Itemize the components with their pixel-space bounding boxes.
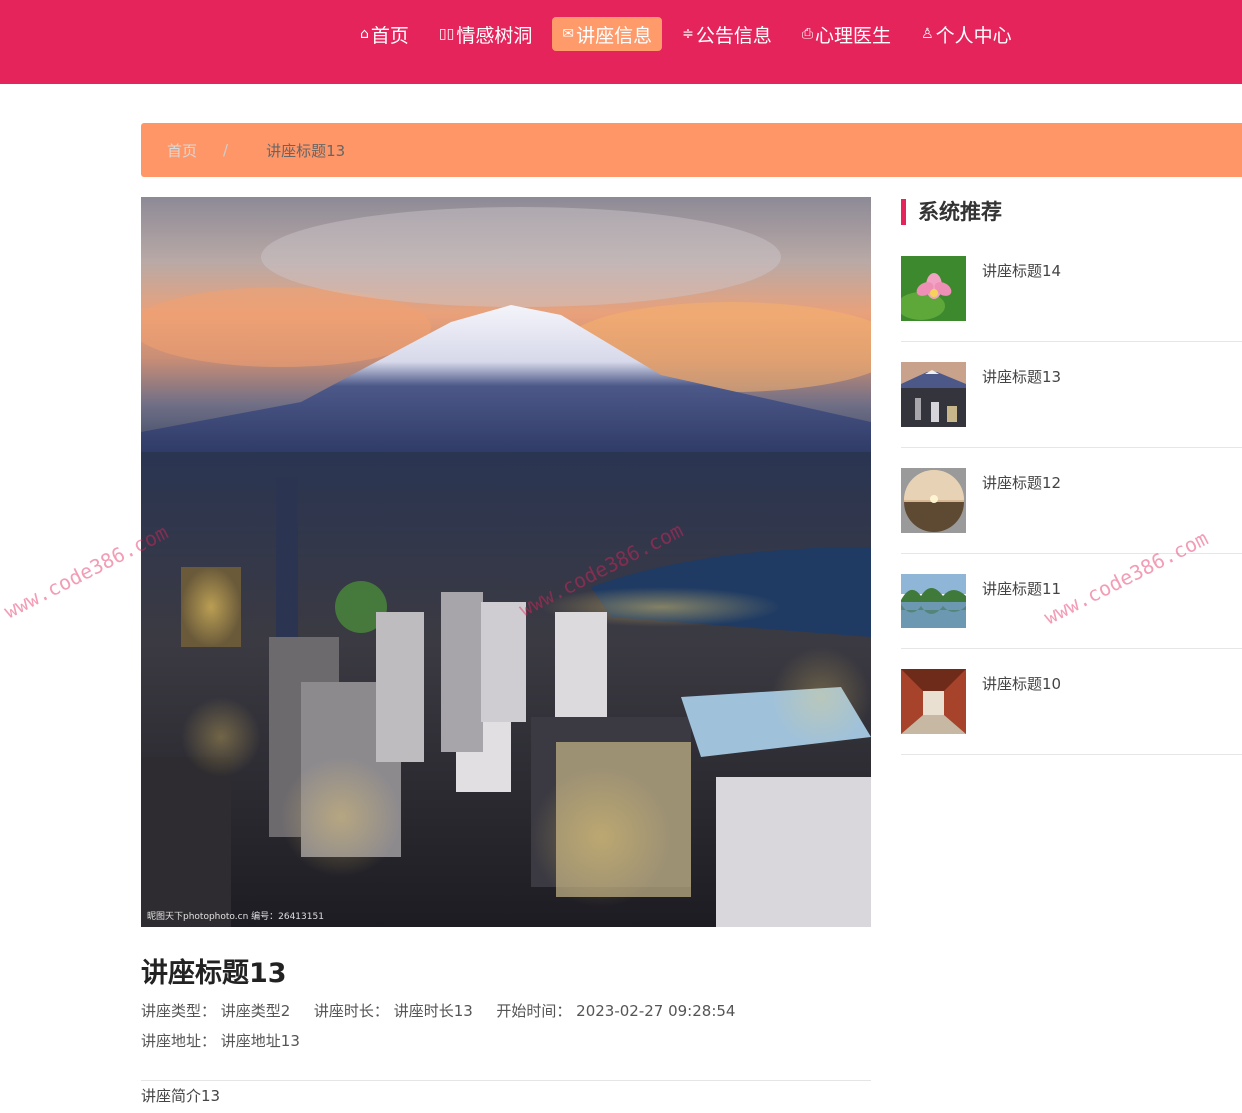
- sunset-sphere-thumb[interactable]: [901, 468, 966, 533]
- lecture-meta-row: 讲座类型： 讲座类型2 讲座时长： 讲座时长13 开始时间： 2023-02-2…: [141, 1000, 735, 1021]
- breadcrumb-current: 讲座标题13: [266, 141, 346, 160]
- recommend-item-title[interactable]: 讲座标题10: [982, 673, 1061, 694]
- nav-profile[interactable]: ♙ 个人中心: [911, 17, 1022, 51]
- nav-announcements[interactable]: ≑ 公告信息: [672, 17, 782, 51]
- columns-icon: ▯▯: [438, 26, 455, 42]
- breadcrumb-separator: /: [223, 141, 229, 159]
- lecture-duration-label: 讲座时长：: [313, 1002, 389, 1020]
- nav-emotion-treehole-label: 情感树洞: [456, 24, 533, 47]
- nav-doctors-label: 心理医生: [815, 24, 892, 47]
- recommend-item[interactable]: 讲座标题10: [901, 669, 1242, 755]
- lecture-title: 讲座标题13: [141, 958, 287, 989]
- recommend-item-title[interactable]: 讲座标题13: [982, 366, 1061, 387]
- recommend-item[interactable]: 讲座标题13: [901, 362, 1242, 448]
- nav-emotion-treehole[interactable]: ▯▯ 情感树洞: [429, 17, 542, 51]
- lake-landscape-thumb[interactable]: [901, 574, 966, 628]
- recommend-item-title[interactable]: 讲座标题14: [982, 260, 1061, 281]
- recommend-item-title[interactable]: 讲座标题12: [982, 472, 1061, 493]
- nav-home[interactable]: ⌂ 首页: [350, 17, 419, 51]
- lecture-duration-value: 讲座时长13: [393, 1002, 473, 1020]
- sliders-icon: ≑: [682, 26, 694, 42]
- lecture-address-row: 讲座地址： 讲座地址13: [141, 1030, 300, 1051]
- image-credit: 昵图天下photophoto.cn 编号：26413151: [147, 912, 324, 922]
- recommend-heading: 系统推荐: [901, 199, 1002, 225]
- nav-lectures-label: 讲座信息: [576, 24, 653, 47]
- nav-doctors[interactable]: ⎙ 心理医生: [792, 17, 901, 51]
- breadcrumb: 首页 / 讲座标题13: [141, 123, 1242, 177]
- lecture-start-value: 2023-02-27 09:28:54: [576, 1002, 736, 1020]
- nav-profile-label: 个人中心: [935, 24, 1012, 47]
- lecture-start-label: 开始时间：: [496, 1002, 572, 1020]
- recommend-item[interactable]: 讲座标题14: [901, 256, 1242, 342]
- nav-lectures[interactable]: ✉ 讲座信息: [552, 17, 663, 51]
- nav-announcements-label: 公告信息: [695, 24, 772, 47]
- breadcrumb-home-link[interactable]: 首页: [167, 140, 197, 161]
- nav-home-label: 首页: [370, 24, 409, 47]
- lecture-address-value: 讲座地址13: [220, 1032, 300, 1050]
- mail-icon: ✉: [562, 26, 575, 42]
- lecture-type-value: 讲座类型2: [220, 1002, 291, 1020]
- user-icon: ♙: [921, 26, 934, 42]
- city-mountain-thumb[interactable]: [901, 362, 966, 427]
- lecture-cover-image: 昵图天下photophoto.cn 编号：26413151: [141, 197, 871, 927]
- home-icon: ⌂: [360, 26, 369, 42]
- corridor-thumb[interactable]: [901, 669, 966, 734]
- printer-icon: ⎙: [801, 26, 814, 42]
- recommend-item-title[interactable]: 讲座标题11: [982, 578, 1061, 599]
- lecture-intro: 讲座简介13: [141, 1087, 221, 1105]
- lecture-address-label: 讲座地址：: [141, 1032, 217, 1050]
- main-nav: ⌂ 首页 ▯▯ 情感树洞 ✉ 讲座信息 ≑ 公告信息 ⎙ 心理医生 ♙ 个人中心: [350, 17, 1022, 51]
- content-divider: [141, 1080, 871, 1081]
- lecture-type-label: 讲座类型：: [141, 1002, 217, 1020]
- top-navbar: ⌂ 首页 ▯▯ 情感树洞 ✉ 讲座信息 ≑ 公告信息 ⎙ 心理医生 ♙ 个人中心: [0, 0, 1242, 84]
- lotus-thumb[interactable]: [901, 256, 966, 321]
